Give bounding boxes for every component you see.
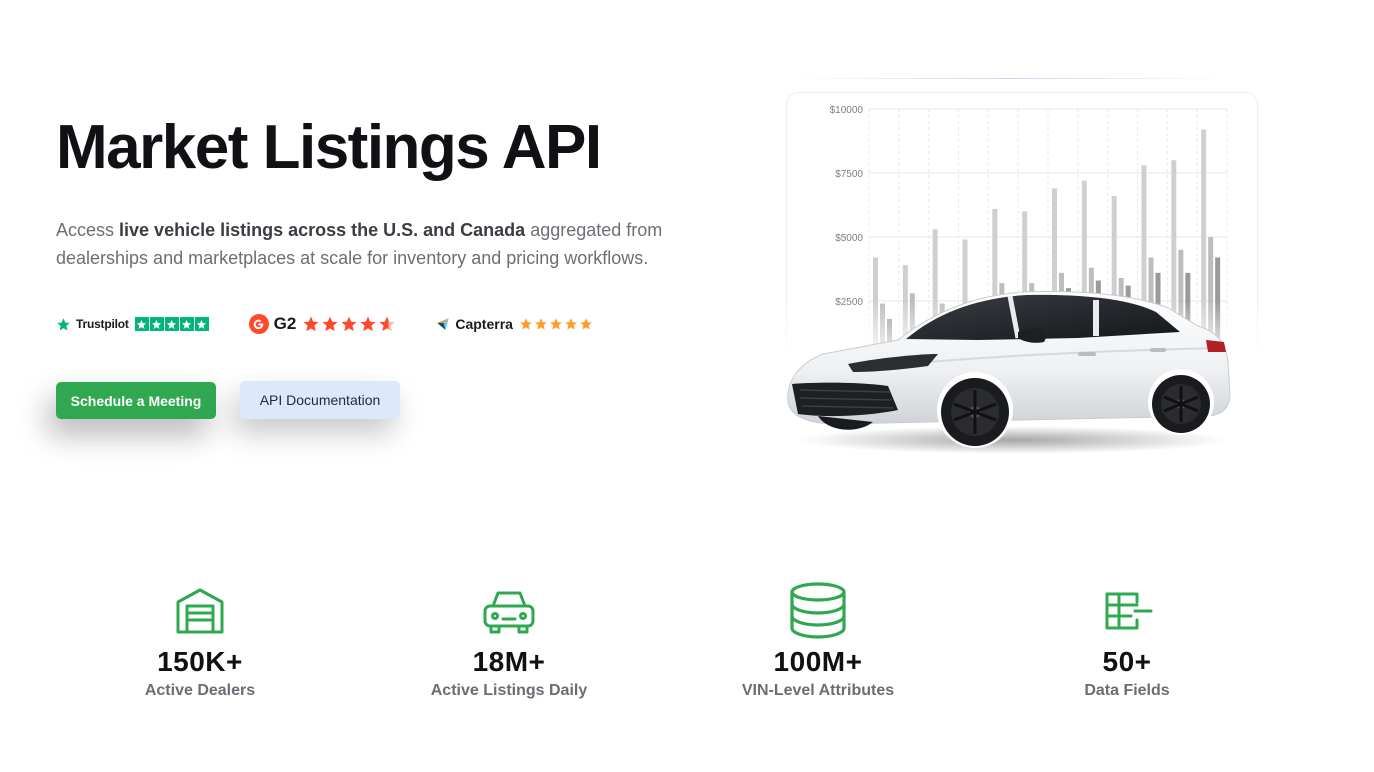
stat-active-listings: 18M+ Active Listings Daily (379, 580, 639, 700)
chart-y-tick-label: $7500 (835, 169, 863, 180)
api-documentation-button[interactable]: API Documentation (240, 381, 400, 419)
star-icon (164, 317, 179, 331)
stat-label: Active Dealers (144, 682, 256, 699)
star-icon (520, 318, 532, 330)
trustpilot-stars (134, 317, 209, 331)
star-icon (149, 317, 164, 331)
chart-divider (790, 78, 1230, 79)
hero-subtitle-highlight: live vehicle listings across the U.S. an… (119, 220, 526, 240)
hero-subtitle-intro: Access (56, 220, 120, 240)
star-icon (565, 318, 577, 330)
capterra-logo-icon (437, 318, 450, 330)
schedule-meeting-button[interactable]: Schedule a Meeting (56, 382, 216, 419)
star-icon (580, 318, 592, 330)
data-fields-icon (1105, 592, 1153, 630)
stat-value: 18M+ (472, 646, 546, 677)
stat-value: 150K+ (157, 646, 243, 677)
star-icon (179, 317, 194, 331)
star-icon (303, 316, 319, 332)
star-icon (134, 317, 149, 331)
page-title: Market Listings API (56, 113, 602, 182)
star-icon (550, 318, 562, 330)
garage-icon (176, 588, 224, 634)
stat-value: 50+ (1102, 646, 1152, 677)
star-icon (322, 316, 338, 332)
star-icon (360, 316, 376, 332)
stat-active-dealers: 150K+ Active Dealers (70, 580, 330, 700)
chart-y-tick-label: $10000 (830, 105, 864, 116)
trustpilot-brand: Trustpilot (76, 317, 129, 331)
stat-value: 100M+ (773, 646, 863, 677)
star-icon (535, 318, 547, 330)
g2-stars (302, 315, 396, 333)
stat-label: Active Listings Daily (430, 682, 588, 699)
trustpilot-rating[interactable]: Trustpilot (56, 317, 209, 332)
half-star-icon (379, 316, 395, 332)
g2-brand: G2 (273, 314, 297, 333)
stat-label: Data Fields (1084, 682, 1170, 699)
database-icon (790, 582, 846, 639)
stat-vin-attributes: 100M+ VIN-Level Attributes (688, 580, 948, 700)
chart-y-tick-label: $5000 (835, 233, 863, 244)
capterra-rating[interactable]: Capterra (436, 316, 593, 332)
hero-subtitle: Access live vehicle listings across the … (56, 216, 716, 272)
stat-label: VIN-Level Attributes (741, 682, 895, 699)
car-icon (483, 591, 535, 634)
capterra-brand: Capterra (455, 316, 513, 332)
car-image (787, 291, 1231, 454)
g2-logo-icon (248, 314, 269, 334)
ratings-row: Trustpilot G2 Capterra (56, 311, 633, 337)
star-icon (194, 317, 209, 331)
capterra-stars (519, 317, 593, 331)
star-icon (341, 316, 357, 332)
trustpilot-star-icon (57, 317, 70, 330)
stat-data-fields: 50+ Data Fields (997, 580, 1257, 700)
g2-rating[interactable]: G2 (248, 314, 397, 334)
